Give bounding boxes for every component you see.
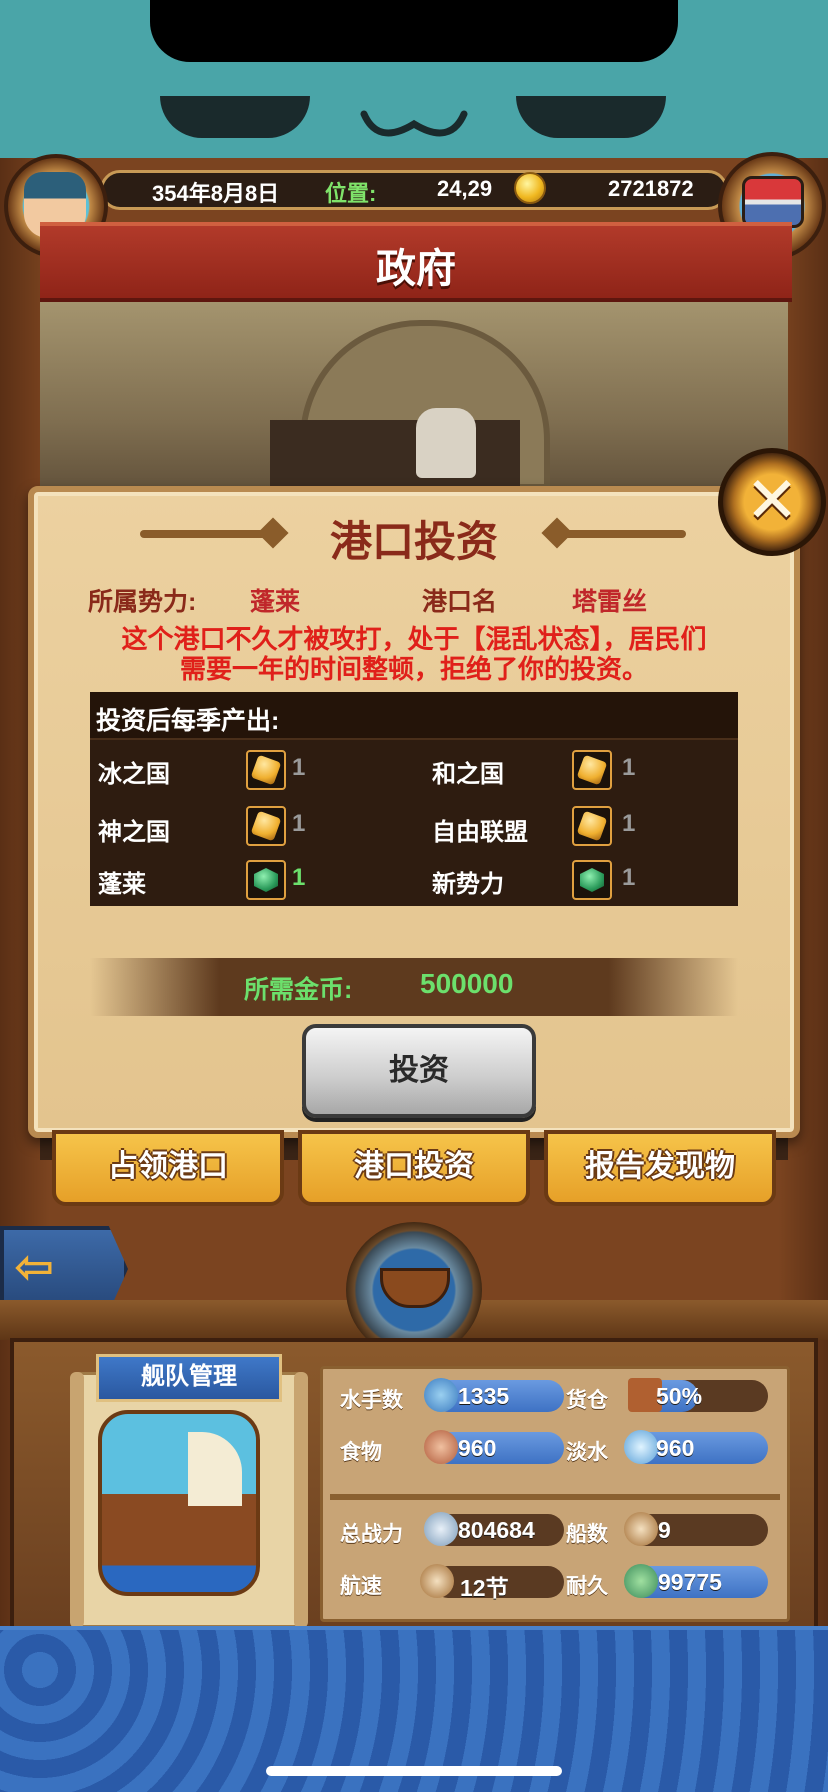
decor-eye-right <box>516 96 666 138</box>
tab-occupy-port[interactable]: 占领港口 <box>52 1130 284 1206</box>
power-value: 804684 <box>458 1517 535 1543</box>
output-table-title: 投资后每季产出: <box>96 707 280 735</box>
sailing-ship-icon <box>420 1564 454 1598</box>
repair-ship-icon <box>624 1564 658 1598</box>
position-value: 24,29 <box>437 176 493 201</box>
output-count: 1 <box>292 810 306 837</box>
ships-label: 船数 <box>566 1523 608 1546</box>
cargo-value: 50% <box>656 1383 703 1409</box>
cargo-label: 货仓 <box>566 1389 608 1412</box>
sailors-label: 水手数 <box>340 1389 403 1412</box>
home-indicator[interactable] <box>266 1766 562 1776</box>
gold-amount: 2721872 <box>608 176 694 201</box>
faction-label: 所属势力: <box>88 588 197 616</box>
tab-port-investment[interactable]: 港口投资 <box>298 1130 530 1206</box>
output-row-name: 和之国 <box>432 761 504 788</box>
output-row-name: 新势力 <box>432 871 504 898</box>
durability-value: 99775 <box>658 1569 722 1595</box>
gold-ore-icon <box>246 750 286 790</box>
food-value: 960 <box>458 1435 497 1461</box>
cost-bar <box>90 958 738 1016</box>
notice-line-1: 这个港口不久才被攻打，处于【混乱状态】，居民们 <box>121 624 707 654</box>
output-row-name: 神之国 <box>98 819 170 846</box>
green-gem-icon <box>246 860 286 900</box>
stats-divider <box>330 1494 780 1500</box>
rejection-notice: 这个港口不久才被攻打，处于【混乱状态】，居民们 需要一年的时间整顿，拒绝了你的投… <box>60 624 768 684</box>
crossed-swords-icon <box>424 1512 458 1546</box>
durability-label: 耐久 <box>566 1575 608 1598</box>
water-label: 淡水 <box>566 1441 608 1464</box>
meat-icon <box>424 1430 458 1464</box>
food-label: 食物 <box>340 1441 382 1464</box>
notice-line-2: 需要一年的时间整顿，拒绝了你的投资。 <box>179 654 648 684</box>
tab-report-discovery[interactable]: 报告发现物 <box>544 1130 776 1206</box>
output-count: 1 <box>292 754 306 781</box>
faction-value: 蓬莱 <box>250 588 301 616</box>
invest-button[interactable]: 投资 <box>302 1024 536 1118</box>
water-value: 960 <box>656 1435 695 1461</box>
port-name-label: 港口名 <box>422 588 498 616</box>
cost-label: 所需金币: <box>244 976 353 1004</box>
power-label: 总战力 <box>340 1523 403 1546</box>
scroll-rod-right <box>294 1372 308 1628</box>
water-jug-icon <box>624 1430 658 1464</box>
gold-ore-icon <box>246 806 286 846</box>
page-title: 政府 <box>376 247 456 291</box>
output-count: 1 <box>292 864 306 891</box>
fleet-management-title[interactable]: 舰队管理 <box>96 1354 282 1402</box>
output-row-name: 冰之国 <box>98 761 170 788</box>
decor-mouth <box>360 110 468 137</box>
scroll-rod-left <box>70 1372 84 1628</box>
output-row-name: 蓬莱 <box>98 871 146 898</box>
green-gem-icon <box>572 860 612 900</box>
speed-value: 12节 <box>460 1575 509 1601</box>
game-date: 354年8月8日 <box>152 181 280 206</box>
speed-label: 航速 <box>340 1575 382 1598</box>
ship-count-icon <box>624 1512 658 1546</box>
scene-official-figure <box>416 408 476 478</box>
position-label: 位置: <box>325 181 377 206</box>
sailor-icon <box>424 1378 458 1412</box>
back-arrow-icon: ⇦ <box>14 1239 55 1295</box>
treasure-chest-icon <box>742 176 804 228</box>
gold-ore-icon <box>572 750 612 790</box>
sailors-value: 1335 <box>458 1383 510 1409</box>
cost-value: 500000 <box>420 968 514 999</box>
decor-eye-left <box>160 96 310 138</box>
device-notch <box>150 0 678 62</box>
port-name-value: 塔雷丝 <box>572 588 648 616</box>
output-count: 1 <box>622 864 636 891</box>
output-count: 1 <box>622 810 636 837</box>
gold-coin-icon <box>514 172 546 204</box>
output-count: 1 <box>622 754 636 781</box>
dialog-title: 港口投资 <box>329 518 498 565</box>
gold-ore-icon <box>572 806 612 846</box>
output-row-name: 自由联盟 <box>432 819 528 846</box>
ships-value: 9 <box>658 1517 671 1543</box>
